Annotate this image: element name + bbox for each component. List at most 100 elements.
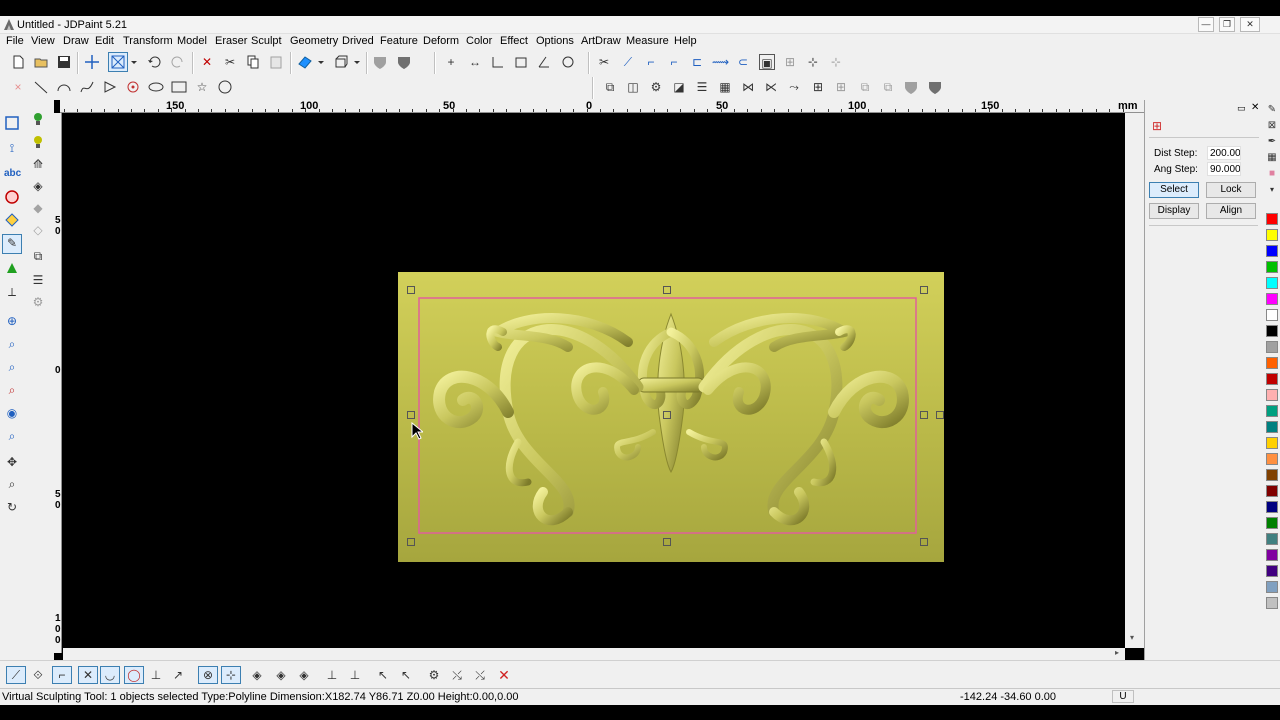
save-icon[interactable] (56, 54, 72, 70)
menu-artdraw[interactable]: ArtDraw (581, 35, 621, 47)
shield-light-icon[interactable] (903, 79, 919, 95)
shield-light-icon[interactable] (372, 54, 388, 70)
display-button[interactable]: Display (1149, 203, 1199, 219)
dist-step-input[interactable] (1207, 146, 1241, 160)
menu-view[interactable]: View (31, 35, 55, 47)
magnify-icon[interactable]: ⌕ (4, 476, 20, 492)
menu-effect[interactable]: Effect (500, 35, 528, 47)
snap-grid-icon[interactable]: ⊗ (198, 666, 218, 684)
color-swatch[interactable] (1266, 229, 1278, 241)
chamfer-icon[interactable]: ⌐ (666, 54, 682, 70)
star-icon[interactable]: ☆ (194, 79, 210, 95)
color-swatch[interactable] (1266, 469, 1278, 481)
color-swatch[interactable] (1266, 373, 1278, 385)
chevron-down-icon[interactable]: ▾ (1264, 182, 1280, 198)
circle-icon[interactable] (217, 79, 233, 95)
connect-nodes-icon[interactable]: ⋈ (740, 79, 756, 95)
dimension-icon[interactable]: ↔ (467, 54, 483, 70)
crosshair-icon[interactable] (84, 54, 100, 70)
resize-handle[interactable] (407, 538, 415, 546)
plus-icon[interactable]: + (443, 54, 459, 70)
color-swatch[interactable] (1266, 501, 1278, 513)
color-swatch[interactable] (1266, 213, 1278, 225)
color-swatch[interactable] (1266, 261, 1278, 273)
node-pen-icon[interactable]: ⟟ (4, 140, 20, 156)
dim-tool-icon[interactable]: ◆ (30, 200, 46, 216)
offset-icon[interactable]: ⊂ (735, 54, 751, 70)
refresh-icon[interactable]: ↻ (4, 499, 20, 515)
color-swatch[interactable] (1266, 309, 1278, 321)
zoom-all-icon[interactable]: ⌕ (4, 382, 20, 398)
open-folder-icon[interactable] (33, 54, 49, 70)
pan-icon[interactable]: ✥ (4, 454, 20, 470)
sculpt-tool-icon[interactable]: ◈ (30, 178, 46, 194)
curve-icon[interactable] (79, 79, 95, 95)
resize-handle[interactable] (663, 286, 671, 294)
snap-endpoint-icon[interactable]: ⟋ (6, 666, 26, 684)
copy-icon[interactable] (245, 54, 261, 70)
view-cube-icon[interactable] (333, 54, 349, 70)
color-swatch[interactable] (1266, 293, 1278, 305)
close-snap-icon[interactable]: ✕ (496, 667, 512, 683)
point-circle-icon[interactable] (125, 79, 141, 95)
text-tool-icon[interactable]: abc (4, 166, 21, 182)
color-swatch[interactable] (1266, 325, 1278, 337)
ortho-icon[interactable]: ⊥ (324, 667, 340, 683)
rotate-handle[interactable] (936, 411, 944, 419)
ellipse-icon[interactable] (148, 79, 164, 95)
cursor-x-icon[interactable]: ↖ (375, 667, 391, 683)
angle-icon[interactable] (536, 54, 552, 70)
chevron-down-icon[interactable] (316, 54, 326, 70)
polar-icon[interactable]: ⊥ (347, 667, 363, 683)
color-swatch[interactable] (1266, 517, 1278, 529)
arc-icon[interactable] (56, 79, 72, 95)
snap-clear-icon[interactable]: ⤯ (472, 667, 488, 683)
canvas-vertical-scrollbar[interactable]: ▾ (1125, 113, 1144, 648)
snap-nearest-icon[interactable]: ↗ (170, 667, 186, 683)
redo-icon[interactable] (170, 54, 186, 70)
zoom-fit-icon[interactable]: ⌕ (4, 428, 20, 444)
color-swatch[interactable] (1266, 421, 1278, 433)
restore-button[interactable]: ❐ (1219, 17, 1235, 32)
tracking-icon[interactable]: ⚙ (426, 667, 442, 683)
cursor-icon[interactable]: ⟰ (30, 156, 46, 172)
rotate-shape-icon[interactable] (560, 54, 576, 70)
scroll-right-icon[interactable]: ▸ (1115, 648, 1119, 657)
dim-gear-icon[interactable]: ⚙ (30, 294, 46, 310)
menu-model[interactable]: Model (177, 35, 207, 47)
close-button[interactable]: ✕ (1240, 17, 1260, 32)
snap-settings-icon[interactable]: ⊞ (1152, 119, 1166, 133)
pattern-icon[interactable]: ▦ (1264, 150, 1280, 166)
color-swatch[interactable] (1266, 453, 1278, 465)
grid-icon[interactable]: ▦ (717, 79, 733, 95)
resize-handle[interactable] (407, 411, 415, 419)
menu-color[interactable]: Color (466, 35, 492, 47)
snap-intersection-icon[interactable]: ✕ (78, 666, 98, 684)
gear-icon[interactable]: ⚙ (648, 79, 664, 95)
color-swatch[interactable] (1266, 405, 1278, 417)
zoom-window-icon[interactable]: ⊕ (4, 313, 20, 329)
line-icon[interactable] (33, 79, 49, 95)
frame-icon[interactable] (513, 54, 529, 70)
dim-matrix-icon[interactable]: ⊞ (833, 79, 849, 95)
snap-insert-icon[interactable]: ◈ (273, 667, 289, 683)
matrix-icon[interactable]: ⊞ (810, 79, 826, 95)
delete-icon[interactable]: ✕ (199, 54, 215, 70)
resize-handle[interactable] (407, 286, 415, 294)
extend-icon[interactable]: ⟋ (620, 54, 636, 70)
menu-edit[interactable]: Edit (95, 35, 114, 47)
menu-help[interactable]: Help (674, 35, 697, 47)
undo-icon[interactable] (146, 54, 162, 70)
polyline-icon[interactable] (102, 79, 118, 95)
rectangle-icon[interactable] (171, 79, 187, 95)
cube-icon[interactable]: ◪ (671, 79, 687, 95)
menu-eraser[interactable]: Eraser (215, 35, 247, 47)
hatch-icon[interactable]: ☰ (30, 272, 46, 288)
relief-model[interactable] (398, 272, 944, 562)
layers-icon[interactable]: ☰ (694, 79, 710, 95)
cursor-cancel-icon[interactable]: ↖ (398, 667, 414, 683)
zoom-in-icon[interactable]: ⌕ (4, 336, 20, 352)
snap-quadrant-icon[interactable]: ⊹ (221, 666, 241, 684)
break-icon[interactable]: ⊏ (689, 54, 705, 70)
cancel-icon[interactable]: × (10, 79, 26, 95)
